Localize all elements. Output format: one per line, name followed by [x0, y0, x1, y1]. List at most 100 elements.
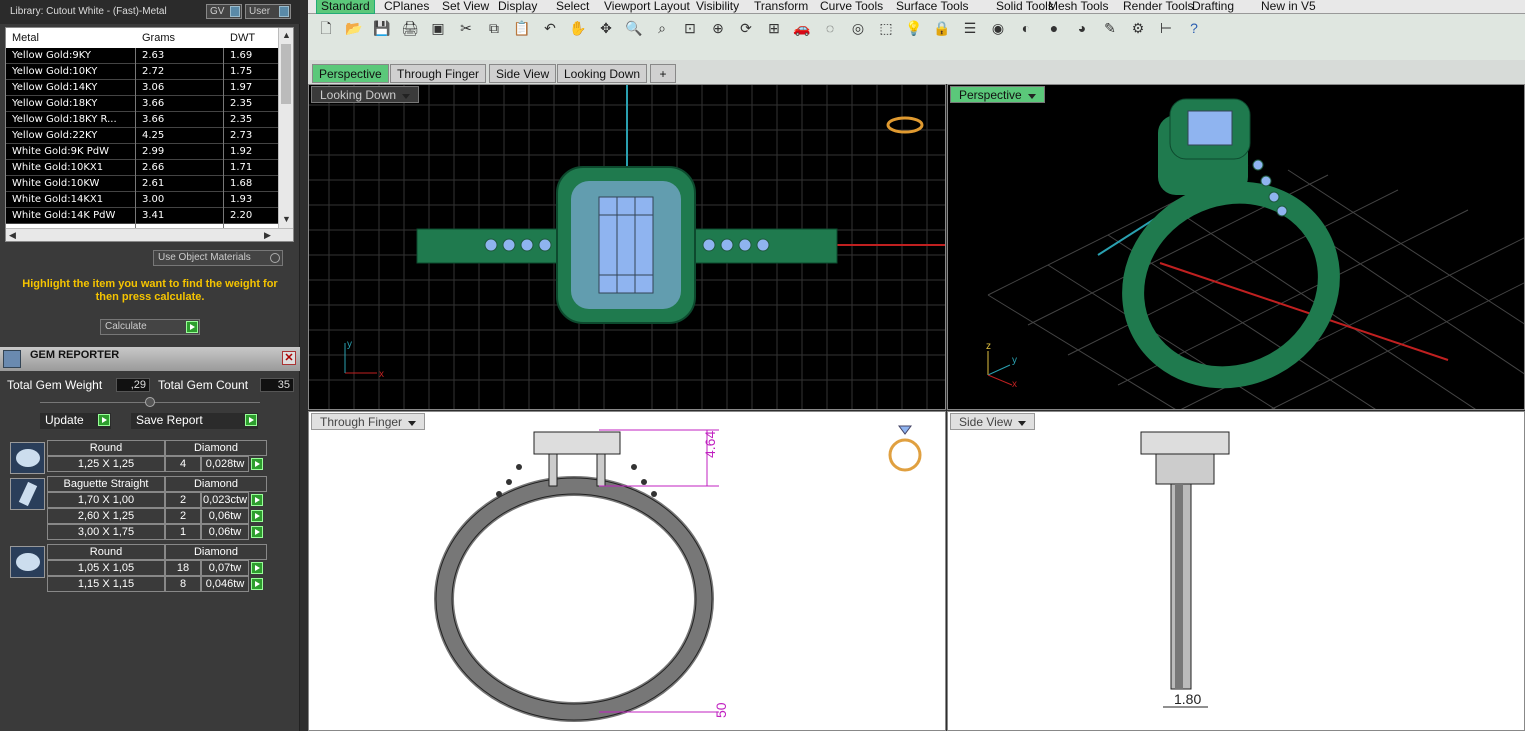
layers-icon[interactable]: ☰ [960, 18, 980, 38]
select-gem-button[interactable] [251, 562, 263, 574]
pan-icon[interactable]: ✋ [568, 18, 588, 38]
select-gem-button[interactable] [251, 458, 263, 470]
toolbar-tab-mesh-tools[interactable]: Mesh Tools [1044, 0, 1112, 14]
tab-perspective[interactable]: Perspective [312, 64, 389, 83]
scroll-right-icon[interactable]: ▶ [264, 230, 271, 241]
gv-toggle[interactable]: GV [206, 4, 242, 19]
baguette-gem-icon[interactable] [10, 478, 45, 510]
zoom-window-icon[interactable]: ⌕ [652, 18, 672, 38]
select-gem-button[interactable] [251, 494, 263, 506]
table-row[interactable]: Yellow Gold:10KY 2.72 1.75 [6, 64, 278, 80]
viewport-label-looking-down[interactable]: Looking Down [311, 86, 420, 103]
undo-icon[interactable]: ↶ [540, 18, 560, 38]
scroll-down-icon[interactable]: ▼ [282, 214, 291, 224]
cut-icon[interactable]: ✂ [456, 18, 476, 38]
four-viewports-icon[interactable]: ⊞ [764, 18, 784, 38]
toolbar-tab-cplanes[interactable]: CPlanes [380, 0, 433, 14]
vertical-scrollbar[interactable]: ▲ ▼ [278, 28, 293, 228]
material-sphere-icon[interactable]: ◕ [1072, 18, 1092, 38]
save-report-button[interactable]: Save Report [131, 413, 258, 429]
toolbar-tab-set-view[interactable]: Set View [438, 0, 493, 14]
select-gem-button[interactable] [251, 526, 263, 538]
select-gem-button[interactable] [251, 578, 263, 590]
hide-icon[interactable]: ◌ [820, 18, 840, 38]
col-grams[interactable]: Grams [142, 32, 175, 44]
toolbar-tab-render-tools[interactable]: Render Tools [1119, 0, 1198, 14]
tab-side-view[interactable]: Side View [489, 64, 557, 83]
scroll-left-icon[interactable]: ◀ [9, 230, 16, 241]
table-row[interactable]: Yellow Gold:14KY 3.06 1.97 [6, 80, 278, 96]
toolbar-tab-viewport-layout[interactable]: Viewport Layout [600, 0, 694, 14]
add-tab-icon[interactable]: + [650, 64, 676, 83]
toolbar-tab-transform[interactable]: Transform [750, 0, 812, 14]
zoom-extents-icon[interactable]: ⊡ [680, 18, 700, 38]
page-icon[interactable]: ▣ [428, 18, 448, 38]
help-icon[interactable]: ? [1184, 18, 1204, 38]
table-row[interactable]: Yellow Gold:9KY 2.63 1.69 [6, 48, 278, 64]
viewport-side-view[interactable]: 1.80 Side View [947, 411, 1525, 731]
show-icon[interactable]: ◎ [848, 18, 868, 38]
toolbar-tab-surface-tools[interactable]: Surface Tools [892, 0, 973, 14]
col-metal[interactable]: Metal [12, 32, 39, 44]
viewport-label-through-finger[interactable]: Through Finger [311, 413, 426, 430]
close-icon[interactable]: ✕ [282, 351, 296, 365]
gear-icon[interactable]: ⚙ [1128, 18, 1148, 38]
paste-icon[interactable]: 📋 [512, 18, 532, 38]
table-row[interactable]: White Gold:14KX1 3.00 1.93 [6, 192, 278, 208]
toolbar-tab-visibility[interactable]: Visibility [692, 0, 743, 14]
table-row[interactable]: Yellow Gold:18KY 3.66 2.35 [6, 96, 278, 112]
new-file-icon[interactable]: 🗋 [316, 18, 336, 38]
toolbar-tab-drafting[interactable]: Drafting [1188, 0, 1238, 14]
viewport-looking-down[interactable]: x y Looking Down [308, 84, 946, 410]
table-row[interactable]: Yellow Gold:18KY R... 3.66 2.35 [6, 112, 278, 128]
table-row[interactable]: White Gold:10KX1 2.66 1.71 [6, 160, 278, 176]
table-row[interactable]: White Gold:9K PdW 2.99 1.92 [6, 144, 278, 160]
scroll-up-icon[interactable]: ▲ [282, 30, 291, 40]
dropdown-icon [1018, 421, 1027, 426]
horizontal-scrollbar[interactable]: ◀ ▶ [6, 228, 293, 241]
move-icon[interactable]: ✥ [596, 18, 616, 38]
toolbar-tab-display[interactable]: Display [494, 0, 541, 14]
table-row[interactable]: White Gold:10KW 2.61 1.68 [6, 176, 278, 192]
col-dwt[interactable]: DWT [230, 32, 255, 44]
highlighter-icon[interactable]: ✎ [1100, 18, 1120, 38]
save-icon[interactable]: 💾 [372, 18, 392, 38]
cell-dwt: 2.73 [230, 130, 253, 141]
tab-through-finger[interactable]: Through Finger [390, 64, 487, 83]
viewport-through-finger[interactable]: 4.64 50 Through Finger [308, 411, 946, 731]
rotate-view-icon[interactable]: ⟳ [736, 18, 756, 38]
round-gem-icon[interactable] [10, 546, 45, 578]
dimension-icon[interactable]: ⊢ [1156, 18, 1176, 38]
viewport-label-perspective[interactable]: Perspective [950, 86, 1045, 103]
zoom-icon[interactable]: 🔍 [624, 18, 644, 38]
table-row[interactable]: Yellow Gold:22KY 4.25 2.73 [6, 128, 278, 144]
open-icon[interactable]: 📂 [344, 18, 364, 38]
toolbar-tab-select[interactable]: Select [552, 0, 593, 14]
render-sphere-icon[interactable]: ● [1044, 18, 1064, 38]
update-button[interactable]: Update [40, 413, 111, 429]
gem-weight: 0,07tw [201, 560, 249, 576]
toolbar-tab-curve-tools[interactable]: Curve Tools [816, 0, 887, 14]
select-objects-icon[interactable]: ⬚ [876, 18, 896, 38]
viewport-label-side-view[interactable]: Side View [950, 413, 1036, 430]
light-bulb-icon[interactable]: 💡 [904, 18, 924, 38]
color-wheel-icon[interactable]: ◉ [988, 18, 1008, 38]
print-icon[interactable]: 🖨 [400, 18, 420, 38]
copy-icon[interactable]: ⧉ [484, 18, 504, 38]
toolbar-tab-new-in-v5[interactable]: New in V5 [1257, 0, 1320, 14]
select-gem-button[interactable] [251, 510, 263, 522]
car-icon[interactable]: 🚗 [792, 18, 812, 38]
divider-handle[interactable] [145, 397, 155, 407]
viewport-perspective[interactable]: z y x Perspective [947, 84, 1525, 410]
lock-icon[interactable]: 🔒 [932, 18, 952, 38]
scroll-thumb[interactable] [281, 44, 291, 104]
table-row[interactable]: White Gold:14K PdW 3.41 2.20 [6, 208, 278, 224]
calculate-button[interactable]: Calculate [100, 319, 200, 335]
toolbar-tab-standard[interactable]: Standard [316, 0, 375, 14]
shade-icon[interactable]: ◐ [1016, 18, 1036, 38]
zoom-selected-icon[interactable]: ⊕ [708, 18, 728, 38]
use-object-materials-button[interactable]: Use Object Materials [153, 250, 283, 266]
user-toggle[interactable]: User [245, 4, 291, 19]
tab-looking-down[interactable]: Looking Down [557, 64, 648, 83]
round-gem-icon[interactable] [10, 442, 45, 474]
